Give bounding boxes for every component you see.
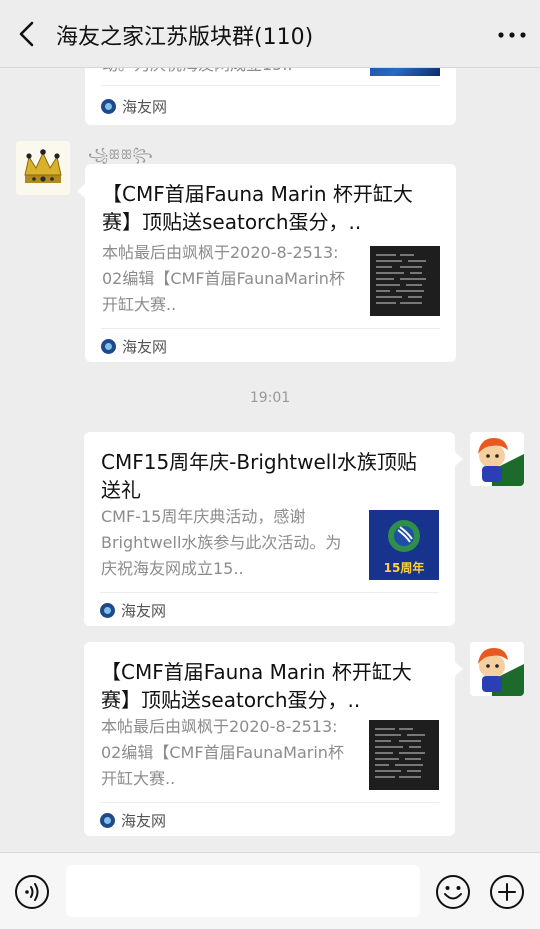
voice-icon (15, 875, 49, 909)
source-logo-icon (100, 813, 115, 828)
emoji-button[interactable] (435, 874, 471, 910)
more-options-button[interactable] (494, 20, 530, 50)
source-logo-icon (101, 339, 116, 354)
avatar[interactable] (16, 141, 70, 195)
thumbnail-caption: 15周年 (383, 561, 425, 575)
link-card-title: CMF15周年庆-Brightwell水族顶贴送礼 (101, 450, 417, 502)
back-arrow-icon (19, 21, 34, 47)
link-card-source: 海友网 (101, 96, 167, 117)
link-card[interactable]: CMF15周年庆-Brightwell水族顶贴送礼 CMF-15周年庆典活动，感… (84, 432, 455, 626)
avatar[interactable] (470, 432, 524, 486)
link-card-desc: 本帖最后由飒枫于2020-8-2513:02编辑【CMF首届FaunaMarin… (102, 243, 345, 314)
link-card-thumbnail: 15周年 (369, 510, 439, 580)
chat-message-list[interactable]: 动。为庆祝海友网成立15.. 海友网 ꧁ꕥꕥ꧂ 【CMF首届Fauna Mari… (0, 68, 540, 852)
link-card-title: 【CMF首届Fauna Marin 杯开缸大赛】顶贴送seatorch蛋分，.. (101, 660, 412, 712)
avatar[interactable] (470, 642, 524, 696)
forum-screenshot-icon (370, 246, 440, 316)
link-card-title: 【CMF首届Fauna Marin 杯开缸大赛】顶贴送seatorch蛋分，.. (102, 182, 413, 234)
emoji-icon (436, 875, 470, 909)
source-label: 海友网 (121, 602, 167, 620)
link-card-desc: CMF-15周年庆典活动，感谢Brightwell水族参与此次活动。为庆祝海友网… (101, 507, 342, 578)
input-bar (0, 852, 540, 929)
message-timestamp: 19:01 (249, 390, 291, 406)
back-button[interactable] (12, 18, 44, 50)
voice-button[interactable] (14, 874, 50, 910)
source-logo-icon (100, 603, 115, 618)
message-input[interactable] (66, 865, 420, 917)
link-card[interactable]: 【CMF首届Fauna Marin 杯开缸大赛】顶贴送seatorch蛋分，..… (85, 164, 456, 362)
link-card-source: 海友网 (100, 600, 166, 621)
forum-screenshot-icon (369, 720, 439, 790)
source-logo-icon (101, 99, 116, 114)
more-actions-button[interactable] (489, 874, 525, 910)
link-card-thumbnail (369, 720, 439, 790)
link-card-source: 海友网 (101, 336, 167, 357)
link-card-thumbnail (370, 246, 440, 316)
source-label: 海友网 (122, 338, 168, 356)
crown-avatar-icon (16, 141, 70, 195)
chat-header: 海友之家江苏版块群(110) (0, 0, 540, 68)
link-card-source: 海友网 (100, 810, 166, 831)
link-card[interactable]: 【CMF首届Fauna Marin 杯开缸大赛】顶贴送seatorch蛋分，..… (84, 642, 455, 836)
source-label: 海友网 (122, 98, 168, 116)
plus-icon (490, 875, 524, 909)
cartoon-boy-avatar-icon (470, 642, 524, 696)
link-card-desc: 动。为庆祝海友网成立15.. (102, 68, 347, 78)
link-card-partial[interactable]: 动。为庆祝海友网成立15.. 海友网 (85, 68, 456, 125)
source-label: 海友网 (121, 812, 167, 830)
more-icon (498, 32, 526, 38)
cartoon-boy-avatar-icon (470, 432, 524, 486)
link-card-thumbnail (370, 68, 440, 76)
link-card-desc: 本帖最后由飒枫于2020-8-2513:02编辑【CMF首届FaunaMarin… (101, 717, 344, 788)
chat-title: 海友之家江苏版块群(110) (56, 25, 314, 50)
